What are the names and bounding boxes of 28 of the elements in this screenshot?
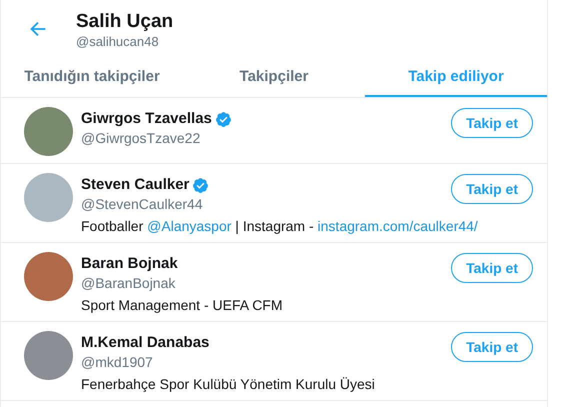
bio-link[interactable]: @Alanyaspor	[147, 218, 232, 234]
follow-button[interactable]: Takip et	[451, 108, 533, 138]
tab[interactable]: Takip ediliyor	[365, 58, 547, 97]
verified-badge-icon	[192, 176, 210, 194]
follow-button[interactable]: Takip et	[451, 174, 533, 204]
user-bio: Sport Management - UEFA CFM	[81, 296, 284, 314]
bio-link[interactable]: instagram.com/caulker44/	[318, 218, 478, 234]
avatar-photo-placeholder[interactable]	[24, 173, 73, 222]
user-bio: Footballer @Alanyaspor | Instagram - instagram.com/caulker44/	[81, 217, 479, 235]
user-handle: @GiwrgosTzave22	[81, 129, 202, 148]
follow-button[interactable]: Takip et	[451, 332, 533, 362]
verified-badge-icon	[214, 110, 232, 128]
follow-button[interactable]: Takip et	[451, 253, 533, 283]
user-name[interactable]: Giwrgos Tzavellas	[81, 109, 212, 129]
user-handle: @BaranBojnak	[81, 274, 176, 293]
profile-handle: @salihucan48	[76, 34, 160, 48]
user-name[interactable]: M.Kemal Danabas	[81, 333, 210, 353]
avatar-photo-placeholder[interactable]	[24, 107, 73, 156]
user-name[interactable]: Steven Caulker	[81, 175, 190, 195]
user-handle: @StevenCaulker44	[81, 195, 204, 214]
tab[interactable]: Tanıdığın takipçiler	[1, 58, 183, 97]
user-name[interactable]: Baran Bojnak	[81, 254, 178, 274]
user-handle: @mkd1907	[81, 353, 154, 372]
avatar-photo-placeholder[interactable]	[24, 252, 73, 301]
tab[interactable]: Takipçiler	[183, 58, 365, 97]
profile-name: Salih Uçan	[76, 10, 174, 34]
avatar-photo-placeholder[interactable]	[24, 331, 73, 380]
user-bio: Fenerbahçe Spor Kulübü Yönetim Kurulu Üyesi	[81, 375, 376, 393]
